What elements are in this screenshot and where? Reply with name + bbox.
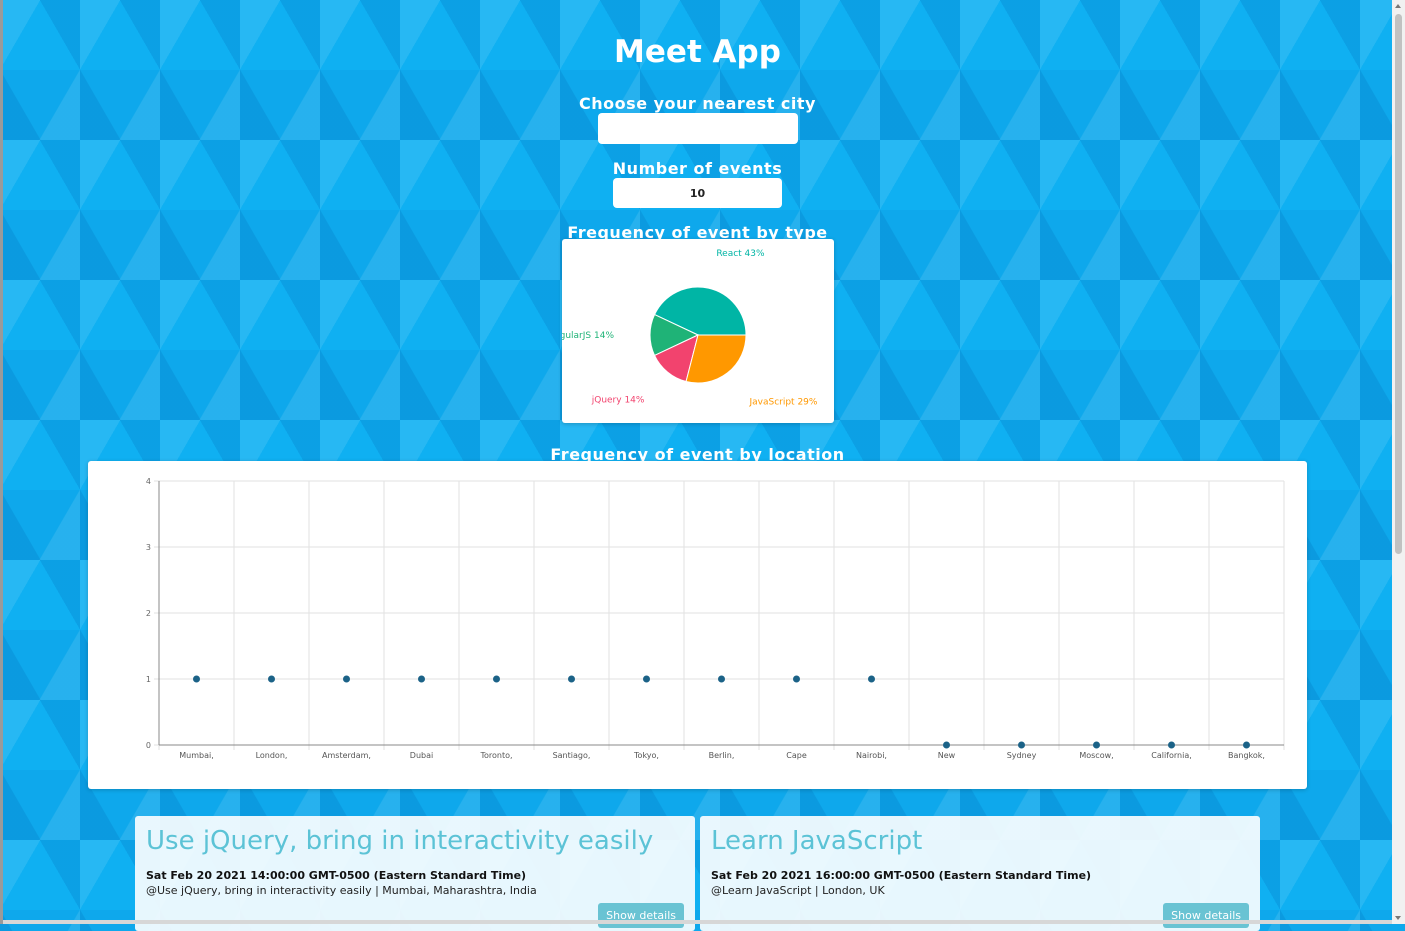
scatter-point	[1093, 741, 1100, 749]
y-tick-label: 3	[146, 543, 151, 552]
scatter-point	[493, 675, 500, 683]
scatter-point	[193, 675, 200, 683]
pie-slice-label: JavaScript 29%	[748, 397, 817, 407]
number-of-events-label: Number of events	[612, 159, 783, 178]
y-tick-label: 0	[146, 741, 151, 750]
y-tick-label: 2	[146, 609, 151, 618]
x-tick-label: Amsterdam,	[322, 751, 371, 760]
x-tick-label: Dubai	[410, 751, 433, 760]
pie-chart: React 43% AngularJS 14% jQuery 14% JavaScri…	[548, 249, 818, 407]
app-title: Meet App	[614, 34, 781, 70]
show-details-button[interactable]: Show details	[598, 903, 684, 928]
scroll-up-icon[interactable]	[1395, 4, 1401, 8]
x-tick-label: Cape	[786, 751, 807, 760]
x-tick-label: Moscow,	[1079, 751, 1113, 760]
y-tick-label: 1	[146, 675, 151, 684]
city-search-label: Choose your nearest city	[579, 94, 816, 113]
event-location: @Use jQuery, bring in interactivity easi…	[146, 884, 537, 897]
event-date: Sat Feb 20 2021 14:00:00 GMT-0500 (Easte…	[146, 869, 527, 882]
event-title: Learn JavaScript	[711, 826, 923, 856]
scatter-point	[1018, 741, 1025, 749]
scatter-point	[1243, 741, 1250, 749]
event-title: Use jQuery, bring in interactivity easil…	[146, 826, 654, 856]
x-tick-label: Bangkok,	[1228, 751, 1265, 760]
scatter-point	[343, 675, 350, 683]
scatter-chart: 0 1 2 3 4 Mumbai, London, Amsterdam, Dubai Toront…	[146, 477, 1285, 760]
scatter-point	[718, 675, 725, 683]
scatter-chart-card: 0 1 2 3 4 Mumbai, London, Amsterdam, Dubai Toront…	[88, 461, 1307, 789]
x-tick-label: Tokyo,	[633, 751, 659, 760]
x-tick-label: Toronto,	[479, 751, 512, 760]
scatter-point	[568, 675, 575, 683]
scrollbar-thumb[interactable]	[1395, 14, 1402, 554]
scatter-point	[418, 675, 425, 683]
x-tick-label: Mumbai,	[179, 751, 214, 760]
show-details-button[interactable]: Show details	[1163, 903, 1249, 928]
x-tick-label: Sydney	[1007, 751, 1037, 760]
pie-slice-label: jQuery 14%	[591, 396, 645, 406]
scatter-point	[868, 675, 875, 683]
scatter-point	[1168, 741, 1175, 749]
x-tick-label: Nairobi,	[856, 751, 887, 760]
scroll-down-icon[interactable]	[1395, 916, 1401, 920]
x-tick-label: Berlin,	[709, 751, 735, 760]
x-tick-label: London,	[256, 751, 288, 760]
scatter-point	[643, 675, 650, 683]
scatter-point	[943, 741, 950, 749]
x-tick-label: New	[938, 751, 956, 760]
horizontal-scrollbar[interactable]	[3, 920, 1392, 924]
event-location: @Learn JavaScript | London, UK	[711, 884, 885, 897]
x-tick-label: Santiago,	[553, 751, 591, 760]
event-date: Sat Feb 20 2021 16:00:00 GMT-0500 (Easte…	[711, 869, 1092, 882]
event-card: Learn JavaScript Sat Feb 20 2021 16:00:0…	[700, 816, 1260, 931]
y-tick-label: 4	[146, 477, 151, 486]
vertical-scrollbar[interactable]	[1392, 0, 1405, 924]
x-tick-label: California,	[1151, 751, 1192, 760]
pie-slice-label: React 43%	[716, 249, 765, 259]
pie-slice-label: AngularJS 14%	[562, 331, 614, 341]
number-of-events-input[interactable]	[613, 178, 782, 208]
city-search-input[interactable]	[598, 113, 798, 144]
pie-chart-card: React 43% AngularJS 14% jQuery 14% JavaScri…	[548, 239, 834, 423]
scatter-point	[268, 675, 275, 683]
scatter-point	[793, 675, 800, 683]
event-card: Use jQuery, bring in interactivity easil…	[135, 816, 695, 931]
